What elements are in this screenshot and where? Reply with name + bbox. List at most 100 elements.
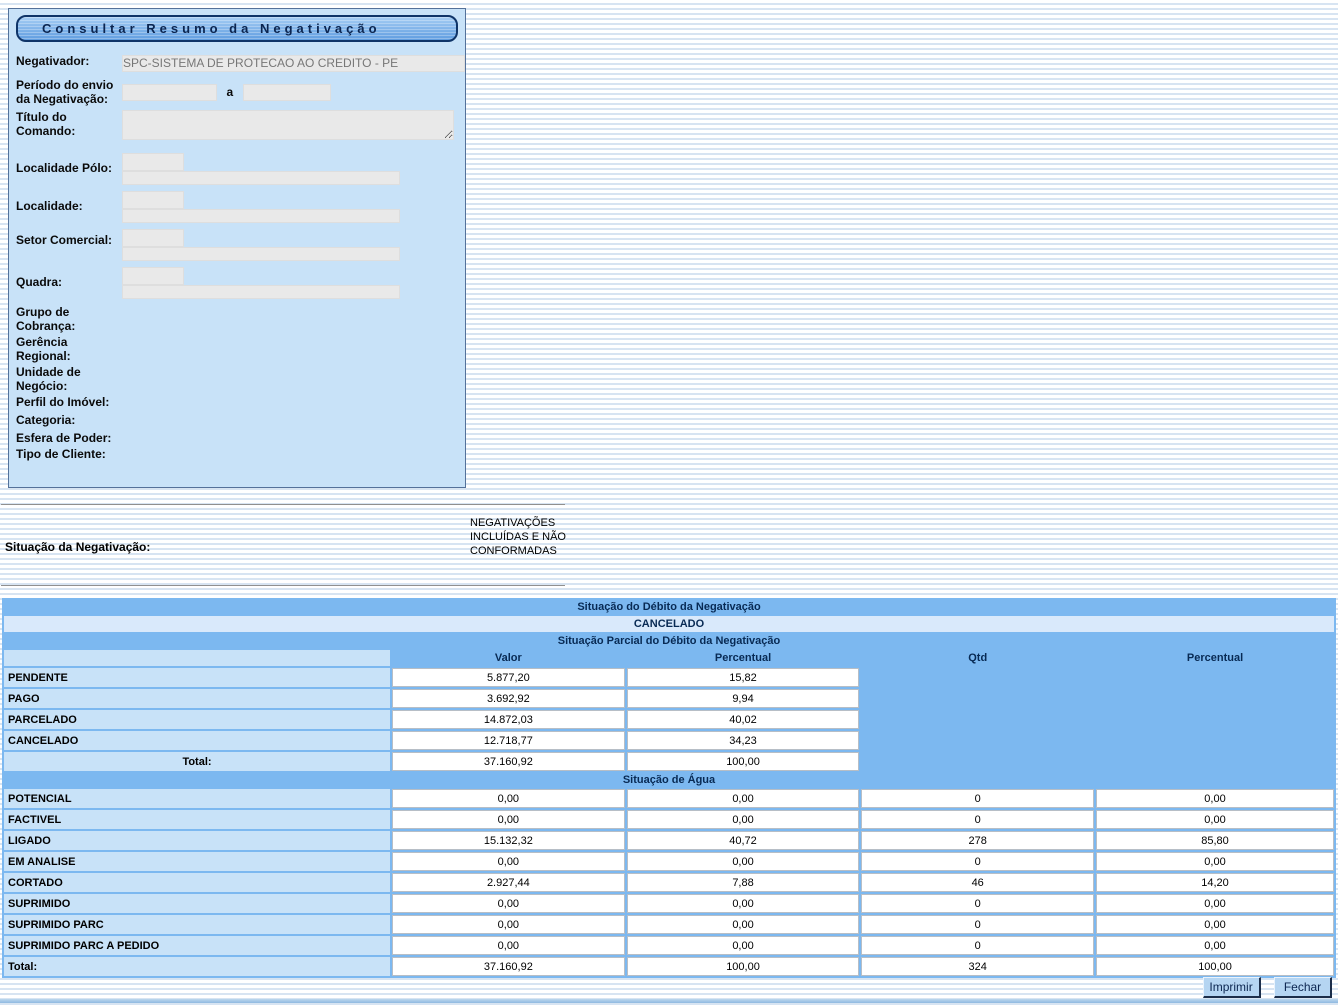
row-label: PENDENTE [4, 668, 390, 687]
row-grupo-cobranca: Grupo de Cobrança: [9, 305, 465, 333]
valor-cell: 2.927,44 [392, 873, 625, 892]
row-label: CORTADO [4, 873, 390, 892]
row-titulo-comando: Título do Comando: [9, 110, 465, 145]
table-row: FACTIVEL 0,00 0,00 0 0,00 [4, 810, 1334, 829]
qtd-cell: 0 [861, 852, 1094, 871]
row-label: PARCELADO [4, 710, 390, 729]
bottom-bar [0, 999, 1338, 1003]
debito-section-header: Situação do Débito da Negativação [4, 600, 1334, 614]
setor-comercial-code-input[interactable] [122, 229, 184, 247]
quadra-name-input[interactable] [122, 285, 400, 299]
localidade-label: Localidade: [16, 191, 122, 213]
valor-cell: 0,00 [392, 810, 625, 829]
row-label: SUPRIMIDO PARC A PEDIDO [4, 936, 390, 955]
qtd-percentual-cell: 85,80 [1096, 831, 1334, 850]
negativador-input[interactable] [122, 55, 465, 72]
qtd-percentual-cell: 0,00 [1096, 810, 1334, 829]
row-esfera-poder: Esfera de Poder: [9, 431, 465, 445]
table-row: PAGO 3.692,92 9,94 [4, 689, 1334, 708]
setor-comercial-label: Setor Comercial: [16, 229, 122, 247]
percentual-cell: 0,00 [627, 810, 860, 829]
qtd-cell: 46 [861, 873, 1094, 892]
percentual-cell: 0,00 [627, 915, 860, 934]
percentual-cell: 15,82 [627, 668, 860, 687]
imprimir-button[interactable]: Imprimir [1203, 977, 1261, 998]
gerencia-regional-label: Gerência Regional: [16, 335, 122, 363]
parcial-section-header: Situação Parcial do Débito da Negativaçã… [4, 634, 1334, 648]
localidade-polo-code-input[interactable] [122, 153, 184, 171]
periodo-label: Período do envio da Negativação: [16, 78, 122, 106]
table-row: EM ANALISE 0,00 0,00 0 0,00 [4, 852, 1334, 871]
valor-cell: 37.160,92 [392, 752, 625, 771]
table-row: CORTADO 2.927,44 7,88 46 14,20 [4, 873, 1334, 892]
percentual-cell: 0,00 [627, 936, 860, 955]
quadra-label: Quadra: [16, 267, 122, 289]
column-header-percentual: Percentual [627, 650, 860, 666]
localidade-polo-label: Localidade Pólo: [16, 153, 122, 175]
qtd-percentual-cell: 0,00 [1096, 852, 1334, 871]
row-tipo-cliente: Tipo de Cliente: [9, 447, 465, 461]
table-row: PENDENTE 5.877,20 15,82 [4, 668, 1334, 687]
row-localidade-polo: Localidade Pólo: [9, 153, 465, 185]
row-quadra: Quadra: [9, 267, 465, 299]
qtd-percentual-cell: 0,00 [1096, 915, 1334, 934]
valor-cell: 14.872,03 [392, 710, 625, 729]
agua-section-header: Situação de Água [4, 773, 1334, 787]
percentual-cell: 0,00 [627, 789, 860, 808]
row-label: PAGO [4, 689, 390, 708]
consultar-resumo-form: Consultar Resumo da Negativação Negativa… [8, 8, 466, 488]
total-label: Total: [4, 752, 390, 771]
table-total-row: Total: 37.160,92 100,00 324 100,00 [4, 957, 1334, 976]
table-row: SUPRIMIDO 0,00 0,00 0 0,00 [4, 894, 1334, 913]
buttons-bar: Imprimir Fechar [0, 977, 1332, 998]
periodo-to-input[interactable] [243, 84, 331, 101]
valor-cell: 0,00 [392, 852, 625, 871]
empty-cell [861, 752, 1334, 771]
valor-cell: 0,00 [392, 936, 625, 955]
percentual-cell: 0,00 [627, 894, 860, 913]
column-header-percentual2: Percentual [1096, 650, 1334, 666]
localidade-code-input[interactable] [122, 191, 184, 209]
valor-cell: 3.692,92 [392, 689, 625, 708]
situacao-negativacao-value: NEGATIVAÇÕES INCLUÍDAS E NÃO CONFORMADAS [470, 516, 570, 558]
valor-cell: 5.877,20 [392, 668, 625, 687]
qtd-percentual-cell: 14,20 [1096, 873, 1334, 892]
status-cancelado: CANCELADO [4, 616, 1334, 632]
percentual-cell: 40,02 [627, 710, 860, 729]
total-label: Total: [4, 957, 390, 976]
perfil-imovel-label: Perfil do Imóvel: [16, 395, 122, 409]
table-row: CANCELADO 12.718,77 34,23 [4, 731, 1334, 750]
table-band-row: Situação de Água [4, 773, 1334, 787]
valor-cell: 0,00 [392, 915, 625, 934]
valor-cell: 0,00 [392, 789, 625, 808]
setor-comercial-name-input[interactable] [122, 247, 400, 261]
qtd-cell: 324 [861, 957, 1094, 976]
percentual-cell: 0,00 [627, 852, 860, 871]
row-localidade: Localidade: [9, 191, 465, 223]
qtd-cell: 0 [861, 894, 1094, 913]
row-categoria: Categoria: [9, 413, 465, 427]
periodo-separator: a [226, 85, 233, 99]
form-title-bar: Consultar Resumo da Negativação [16, 15, 458, 42]
titulo-comando-textarea[interactable] [122, 110, 454, 140]
table-band-row: Situação Parcial do Débito da Negativaçã… [4, 634, 1334, 648]
percentual-cell: 34,23 [627, 731, 860, 750]
row-perfil-imovel: Perfil do Imóvel: [9, 395, 465, 409]
quadra-code-input[interactable] [122, 267, 184, 285]
row-unidade-negocio: Unidade de Negócio: [9, 365, 465, 393]
localidade-name-input[interactable] [122, 209, 400, 223]
valor-cell: 0,00 [392, 894, 625, 913]
table-row: POTENCIAL 0,00 0,00 0 0,00 [4, 789, 1334, 808]
esfera-poder-label: Esfera de Poder: [16, 431, 122, 445]
fechar-button[interactable]: Fechar [1274, 977, 1332, 998]
row-label: SUPRIMIDO PARC [4, 915, 390, 934]
row-label: POTENCIAL [4, 789, 390, 808]
periodo-from-input[interactable] [122, 84, 217, 101]
row-periodo: Período do envio da Negativação: a [9, 78, 465, 106]
row-label: EM ANALISE [4, 852, 390, 871]
percentual-cell: 9,94 [627, 689, 860, 708]
table-total-row: Total: 37.160,92 100,00 [4, 752, 1334, 771]
percentual-cell: 100,00 [627, 752, 860, 771]
localidade-polo-name-input[interactable] [122, 171, 400, 185]
divider-top [1, 504, 565, 505]
